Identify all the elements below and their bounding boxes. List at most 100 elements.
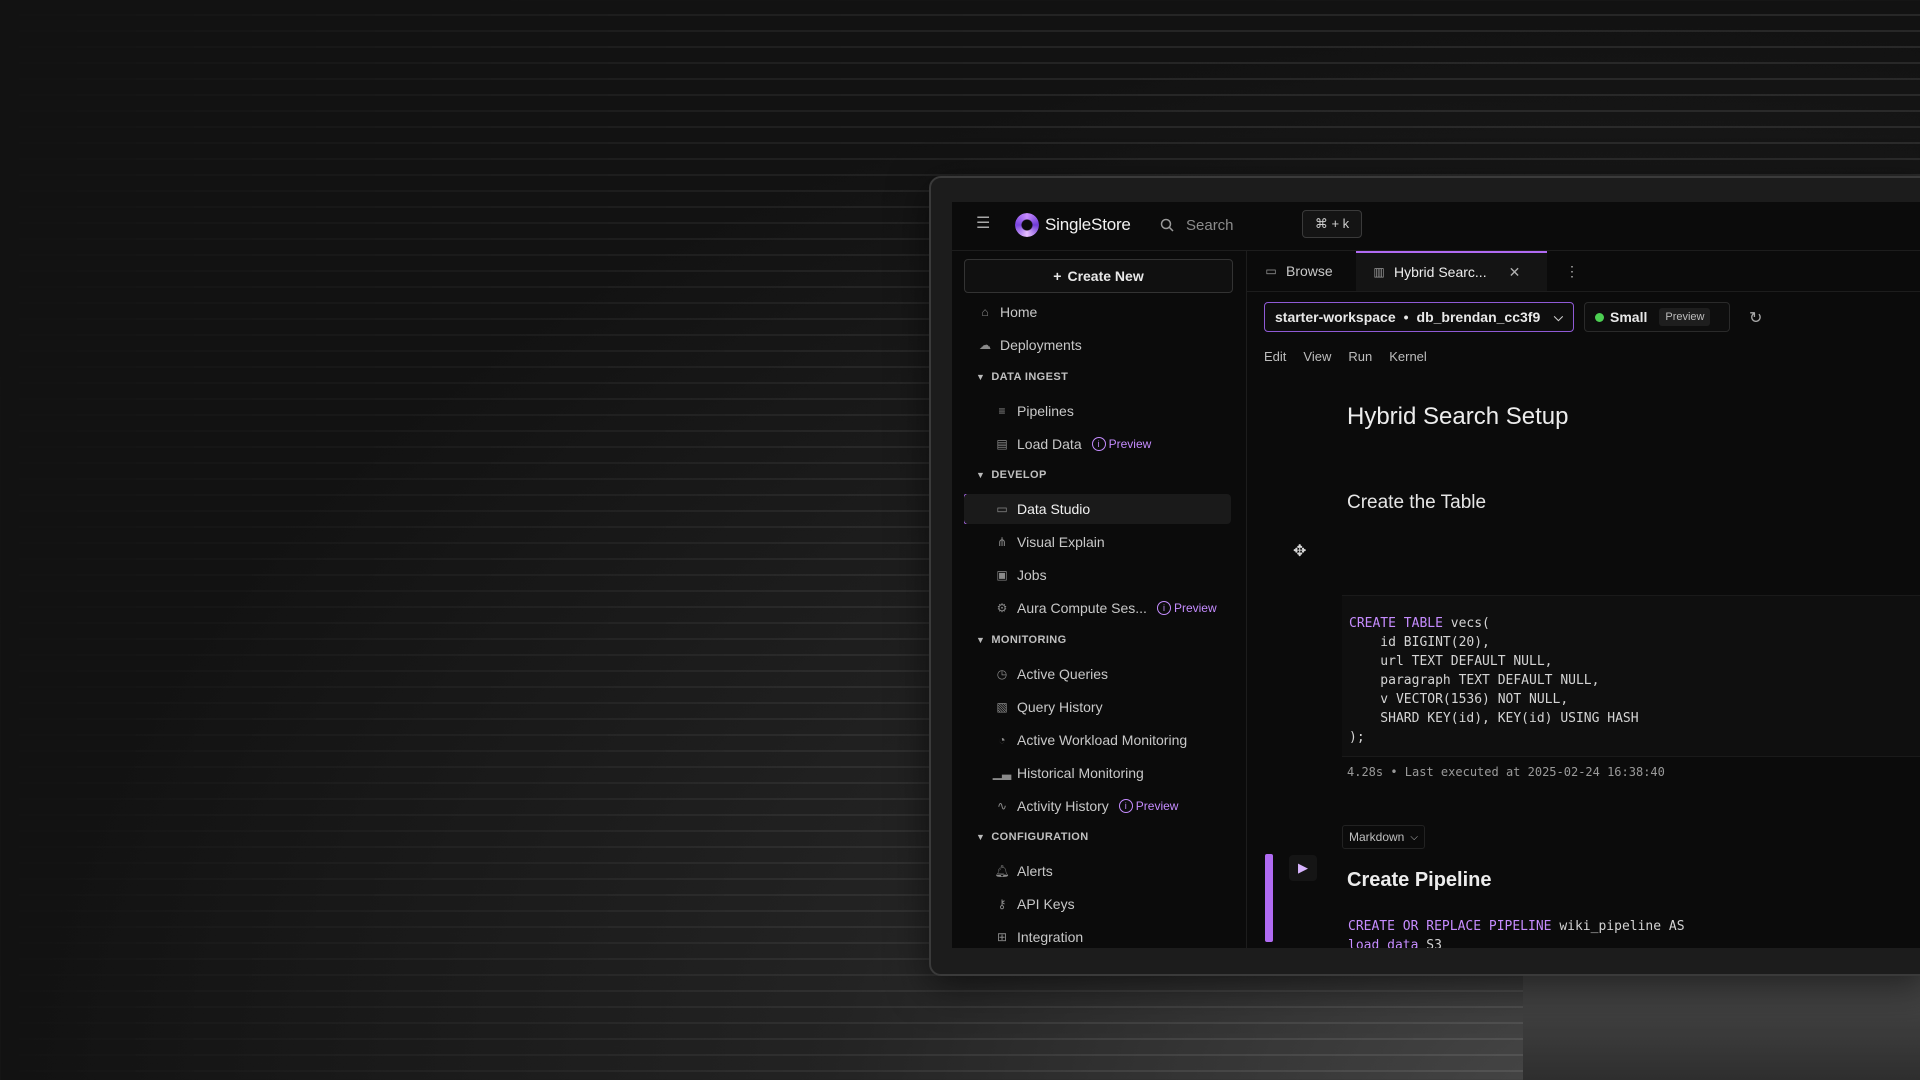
sidebar-item-active-queries[interactable]: ◷ Active Queries [964,659,1231,689]
caret-down-icon: ▼ [976,470,986,480]
section-configuration[interactable]: ▼ CONFIGURATION [976,831,1089,843]
sidebar-item-label: Activity History [1017,798,1109,814]
database-name: db_brendan_cc3f9 [1416,309,1541,325]
database-icon: ▤ [996,437,1008,451]
more-options-icon[interactable]: ⋮ [1565,263,1579,280]
sidebar-item-activity-history[interactable]: ∿ Activity History i Preview [964,791,1231,821]
sql-keyword: CREATE TABLE [1349,616,1443,631]
background-surface [1523,972,1920,1080]
compute-size-selector[interactable]: Small Preview [1584,302,1730,332]
menu-edit[interactable]: Edit [1264,349,1286,364]
hierarchy-icon: ⋔ [996,535,1008,549]
notebook-title: Hybrid Search Setup [1347,403,1569,430]
code-line: id BIGINT(20), [1349,635,1490,650]
sidebar-item-home[interactable]: ⌂ Home [964,297,1231,327]
preview-badge: i Preview [1091,437,1152,451]
preview-badge: i Preview [1156,601,1217,615]
clock-icon: ◷ [996,667,1008,681]
run-cell-button[interactable]: ▶ [1289,855,1317,881]
sidebar-item-label: Load Data [1017,436,1082,452]
sidebar-item-pipelines[interactable]: ≡ Pipelines [964,396,1231,426]
tab-label: Hybrid Searc... [1394,264,1487,280]
section-data-ingest[interactable]: ▼ DATA INGEST [976,371,1068,383]
sidebar-item-active-workload[interactable]: ◔ Active Workload Monitoring [964,725,1231,755]
code-line: SHARD KEY(id), KEY(id) USING HASH [1349,711,1639,726]
sidebar-item-aura-compute[interactable]: ⚙ Aura Compute Ses... i Preview [964,593,1231,623]
refresh-icon[interactable]: ↻ [1749,308,1762,328]
section-label: DATA INGEST [991,371,1069,383]
main-panel: ▭ Browse ▥ Hybrid Searc... ✕ ⋮ starter-w… [1247,251,1920,948]
sidebar: + Create New ⌂ Home ☁ Deployments ▼ DATA… [952,251,1247,948]
code-line: paragraph TEXT DEFAULT NULL, [1349,673,1600,688]
sidebar-item-data-studio[interactable]: ▭ Data Studio [964,494,1231,524]
sidebar-item-label: Pipelines [1017,403,1074,419]
tab-label: Browse [1286,263,1333,279]
sidebar-item-label: Integration [1017,929,1084,945]
key-icon: ⚷ [997,897,1007,911]
code-line: v VECTOR(1536) NOT NULL, [1349,692,1569,707]
sidebar-item-deployments[interactable]: ☁ Deployments [964,330,1231,360]
sidebar-item-alerts[interactable]: 🔔︎ Alerts [964,856,1231,886]
brand-name: SingleStore [1045,215,1131,234]
compute-icon: ⚙ [996,601,1008,615]
app-window: ☰ SingleStore Search ⌘ + k + Create New … [952,202,1920,948]
tab-hybrid-search[interactable]: ▥ Hybrid Searc... ✕ [1356,251,1547,291]
sidebar-item-visual-explain[interactable]: ⋔ Visual Explain [964,527,1231,557]
execution-info: 4.28s • Last executed at 2025-02-24 16:3… [1347,765,1665,779]
sidebar-item-jobs[interactable]: ▣ Jobs [964,560,1231,590]
menu-view[interactable]: View [1303,349,1331,364]
caret-down-icon: ▼ [976,832,986,842]
code-line: url TEXT DEFAULT NULL, [1349,654,1553,669]
menu-icon[interactable]: ☰ [976,216,992,232]
code-line: wiki_pipeline AS [1551,919,1685,934]
bell-icon: 🔔︎ [994,864,1010,878]
drag-handle-icon[interactable]: ✥ [1293,541,1306,561]
section-monitoring[interactable]: ▼ MONITORING [976,634,1067,646]
badge-label: Preview [1108,437,1152,451]
badge-label: Preview [1173,601,1217,615]
search-shortcut: ⌘ + k [1302,210,1362,238]
section-label: CONFIGURATION [991,831,1089,843]
notebook-menu-bar: Edit View Run Kernel [1264,349,1427,364]
sidebar-item-query-history[interactable]: ▧ Query History [964,692,1231,722]
close-icon[interactable]: ✕ [1509,264,1521,281]
cell-type-label: Markdown [1349,830,1405,844]
sidebar-item-label: Data Studio [1017,501,1091,517]
active-cell-indicator [1265,854,1273,942]
create-new-button[interactable]: + Create New [964,259,1233,293]
singlestore-logo-icon [1015,213,1039,237]
brand-logo[interactable]: SingleStore [1015,212,1131,238]
home-icon: ⌂ [981,305,989,319]
code-line: S3 [1418,938,1442,948]
chevron-down-icon: ⌵ [1553,309,1563,324]
sidebar-item-label: Home [1000,304,1038,320]
sidebar-item-historical-monitoring[interactable]: ▁▃ Historical Monitoring [964,758,1231,788]
sql-code[interactable]: CREATE TABLE vecs( id BIGINT(20), url TE… [1349,614,1639,747]
chevron-down-icon: ⌵ [1410,831,1418,843]
create-new-label: Create New [1067,268,1144,284]
integration-icon: ⊞ [996,930,1008,944]
sidebar-item-label: Historical Monitoring [1017,765,1144,781]
activity-icon: ∿ [996,799,1008,813]
history-icon: ▧ [996,700,1008,714]
tab-bar: ▭ Browse ▥ Hybrid Searc... ✕ ⋮ [1247,251,1920,292]
gauge-icon: ◔ [998,733,1006,747]
sidebar-item-load-data[interactable]: ▤ Load Data i Preview [964,429,1231,459]
plus-icon: + [1053,268,1062,284]
code-line: ); [1349,730,1365,745]
menu-kernel[interactable]: Kernel [1389,349,1427,364]
info-icon: i [1156,601,1171,615]
cloud-icon: ☁ [979,338,991,352]
sql-code-pipeline[interactable]: CREATE OR REPLACE PIPELINE wiki_pipeline… [1348,917,1685,948]
cell-type-select[interactable]: Markdown ⌵ [1342,825,1425,849]
sidebar-item-label: Alerts [1017,863,1053,879]
sidebar-item-integration[interactable]: ⊞ Integration [964,922,1231,948]
section-develop[interactable]: ▼ DEVELOP [976,469,1047,481]
sidebar-item-api-keys[interactable]: ⚷ API Keys [964,889,1231,919]
section-heading-create-pipeline: Create Pipeline [1347,869,1492,891]
workspace-database-select[interactable]: starter-workspace • db_brendan_cc3f9 ⌵ [1264,302,1574,332]
separator: • [1403,309,1409,325]
tab-browse[interactable]: ▭ Browse [1264,251,1340,291]
menu-run[interactable]: Run [1348,349,1372,364]
bar-chart-icon: ▁▃ [992,766,1012,780]
